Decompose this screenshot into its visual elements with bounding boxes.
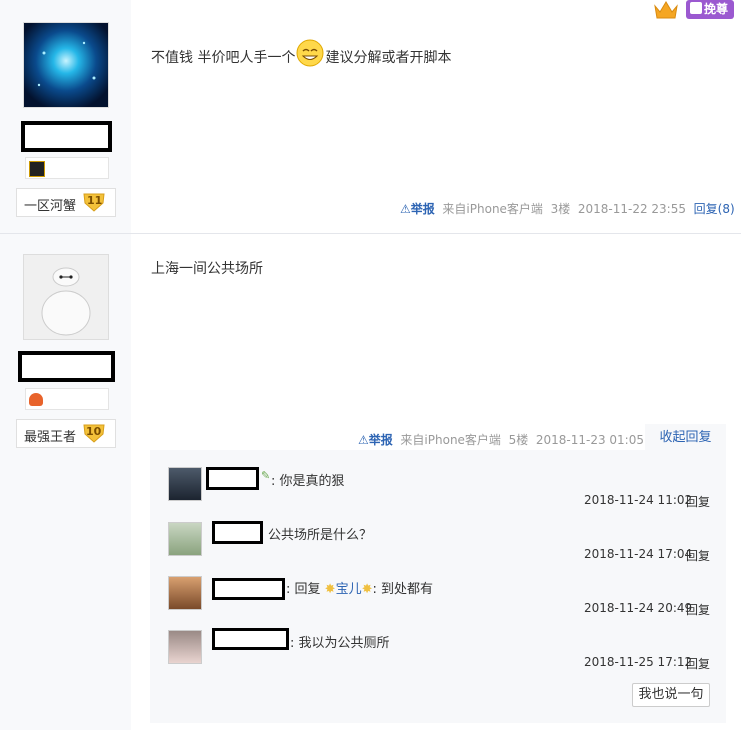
sparkle-icon: ✸: [324, 582, 336, 597]
post-tail: ⚠举报 来自iPhone客户端 3楼 2018-11-22 23:55 回复(8…: [400, 200, 735, 217]
reply-time: 2018-11-25 17:12: [584, 655, 693, 669]
user-mention-link[interactable]: 宝儿: [336, 582, 362, 597]
l-badge-icon: [29, 161, 45, 177]
post-tail: ⚠举报 来自iPhone客户端 5楼 2018-11-23 01:05: [358, 431, 644, 448]
reply-text: : 你是真的狠: [271, 474, 345, 489]
reply-time: 2018-11-24 17:04: [584, 547, 693, 561]
avatar[interactable]: [23, 254, 109, 340]
user-badge-box: [25, 157, 109, 179]
reply-link[interactable]: 回复: [686, 547, 710, 564]
avatar[interactable]: [168, 522, 202, 556]
reply-text: : 我以为公共厕所: [290, 636, 390, 651]
reply-time: 2018-11-24 20:49: [584, 601, 693, 615]
say-something-button[interactable]: 我也说一句: [632, 683, 710, 707]
client-source: 来自iPhone客户端: [442, 202, 543, 216]
user-badge-box: [25, 388, 109, 410]
warning-icon: ⚠: [400, 202, 411, 216]
username-redacted[interactable]: [18, 351, 115, 382]
post-content: 不值钱 半价吧人手一个 建议分解或者开脚本: [151, 38, 451, 68]
reply-text: 公共场所是什么？: [268, 528, 373, 543]
level-number: 10: [86, 425, 102, 438]
level-number: 11: [87, 194, 103, 207]
rank-badge[interactable]: 一区河蟹 11: [16, 188, 116, 217]
floor-number: 5楼: [508, 433, 529, 447]
avatar[interactable]: [168, 576, 202, 610]
client-source: 来自iPhone客户端: [400, 433, 501, 447]
reply-link[interactable]: 回复(8): [694, 202, 735, 216]
username-redacted[interactable]: [212, 578, 285, 600]
report-link[interactable]: ⚠举报: [400, 202, 435, 216]
hero-badge-icon: [29, 393, 43, 406]
post-divider: [0, 233, 741, 234]
pen-icon: ✎: [261, 469, 271, 482]
collapse-replies-tab[interactable]: 收起回复: [645, 424, 726, 451]
reply-time: 2018-11-24 11:02: [584, 493, 693, 507]
username-redacted[interactable]: [206, 467, 259, 490]
crown-icon: [652, 0, 680, 20]
report-link[interactable]: ⚠举报: [358, 433, 393, 447]
avatar[interactable]: [168, 467, 202, 501]
sparkle-icon: ✸: [361, 582, 373, 597]
avatar[interactable]: [23, 22, 109, 108]
rank-badge[interactable]: 最强王者 10: [16, 419, 116, 448]
floor-number: 3楼: [550, 202, 571, 216]
reply-link[interactable]: 回复: [686, 601, 710, 618]
avatar[interactable]: [168, 630, 202, 664]
post-time: 2018-11-22 23:55: [577, 202, 686, 216]
post-time: 2018-11-23 01:05: [535, 433, 644, 447]
rank-title: 最强王者: [24, 430, 77, 445]
username-redacted[interactable]: [212, 521, 263, 544]
reply-link[interactable]: 回复: [686, 655, 710, 672]
thumb-icon: [690, 2, 702, 14]
reply-link[interactable]: 回复: [686, 493, 710, 510]
vip-badge[interactable]: 挽尊: [686, 0, 734, 19]
warning-icon: ⚠: [358, 433, 369, 447]
username-redacted[interactable]: [21, 121, 112, 152]
rank-title: 一区河蟹: [24, 199, 77, 214]
username-redacted[interactable]: [212, 628, 289, 650]
reply-text: : 回复 ✸宝儿✸: 到处都有: [286, 582, 433, 597]
grin-emoji-icon: [295, 38, 325, 68]
post-content: 上海一间公共场所: [151, 261, 263, 277]
